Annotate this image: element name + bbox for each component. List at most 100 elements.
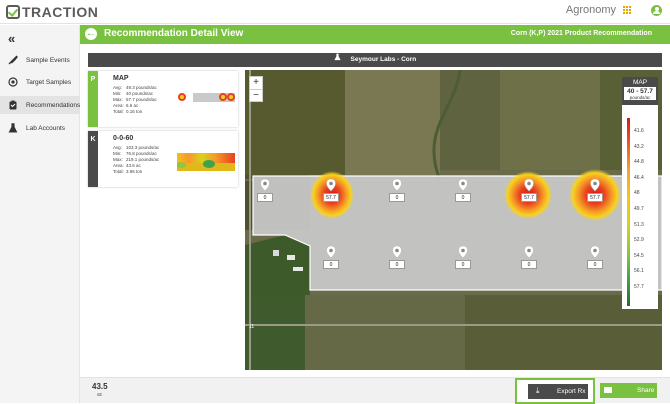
road-number-label: 11 <box>249 324 254 330</box>
sidebar-item-label: Lab Accounts <box>26 124 66 132</box>
top-bar: TRACTION Agronomy <box>0 0 670 24</box>
sidebar-item-lab-accounts[interactable]: Lab Accounts <box>0 119 80 137</box>
legend-tick-label: 41.6 <box>634 128 644 134</box>
stat-avg: Avg: 49.3 pounds/ac <box>113 85 157 90</box>
stat-total: Total: 0.16 ton <box>113 109 143 114</box>
traction-logo[interactable]: TRACTION <box>6 4 98 20</box>
map-pin-icon <box>590 178 600 192</box>
map-thumbnail <box>177 90 235 104</box>
marker-value: 0 <box>521 260 537 269</box>
stat-max: Max: 57.7 pounds/ac <box>113 97 157 102</box>
legend-title: MAP <box>632 79 648 86</box>
legend-unit: pounds/ac <box>624 95 656 100</box>
legend-tick-label: 48 <box>634 190 640 197</box>
sample-marker[interactable]: 0 <box>455 178 471 204</box>
sample-marker[interactable]: 0 <box>455 245 471 271</box>
download-icon: ⤓ <box>536 386 540 395</box>
back-arrow-icon[interactable]: ← <box>85 28 97 40</box>
recommendation-name: Corn (K,P) 2021 Product Recommendation <box>510 30 652 37</box>
potash-thumbnail <box>169 151 235 173</box>
map-pin-icon <box>260 178 270 192</box>
sidebar-item-label: Target Samples <box>26 78 72 86</box>
map-pin-icon <box>392 245 402 259</box>
lab-bar: Seymour Labs - Corn <box>88 53 662 67</box>
export-highlight: ⤓ Export Rx <box>515 378 595 404</box>
field-acres-value: 43.5 <box>92 382 108 391</box>
map-pin-icon <box>326 245 336 259</box>
sidebar: « Sample Events Target Samples Recommend… <box>0 25 80 403</box>
collapse-sidebar-button[interactable]: « <box>8 31 15 46</box>
checkmark-logo-icon <box>6 5 20 19</box>
sample-marker[interactable]: 57.7 <box>323 178 339 204</box>
marker-value: 0 <box>455 260 471 269</box>
share-label: Share <box>637 387 655 394</box>
app-grid-icon[interactable] <box>622 6 631 15</box>
sample-marker[interactable]: 0 <box>521 245 537 271</box>
sample-marker[interactable]: 57.7 <box>587 178 603 204</box>
footer-bar: 43.5 ac ⤓ Export Rx Share <box>80 377 670 404</box>
stat-min: Min: 76.8 pounds/ac <box>113 151 157 156</box>
flask-icon <box>8 123 18 133</box>
stat-area: Area: 43.6 ac <box>113 163 141 168</box>
sample-marker[interactable]: 0 <box>587 245 603 271</box>
stat-avg: Avg: 103.3 pounds/ac <box>113 145 160 150</box>
marker-value: 0 <box>257 193 273 202</box>
nutrient-letter: K <box>88 131 98 187</box>
sidebar-item-label: Sample Events <box>26 56 70 64</box>
sidebar-item-target-samples[interactable]: Target Samples <box>0 73 80 91</box>
share-icon <box>604 387 612 393</box>
zoom-in-button[interactable]: + <box>250 77 262 89</box>
stat-max: Max: 219.1 pounds/ac <box>113 157 160 162</box>
legend-tick-label: 52.9 <box>634 237 644 244</box>
legend-tick-label: 57.7 <box>634 284 644 290</box>
map-pin-icon <box>392 178 402 192</box>
sidebar-item-sample-events[interactable]: Sample Events <box>0 51 80 69</box>
field-acres-unit: ac <box>97 392 103 398</box>
workspace-label[interactable]: Agronomy <box>566 4 616 16</box>
sample-marker[interactable]: 0 <box>389 245 405 271</box>
product-name: MAP <box>113 75 129 82</box>
flask-icon <box>334 53 341 67</box>
marker-value: 0 <box>587 260 603 269</box>
sample-marker[interactable]: 0 <box>257 178 273 204</box>
map-pin-icon <box>524 178 534 192</box>
marker-value: 57.7 <box>323 193 339 202</box>
zoom-control: + − <box>249 76 263 102</box>
stat-area: Area: 6.6 ac <box>113 103 139 108</box>
nutrient-letter: P <box>88 71 98 127</box>
map-pin-icon <box>458 178 468 192</box>
legend-tick-label: 46.4 <box>634 174 644 181</box>
target-icon <box>8 77 18 87</box>
shovel-icon <box>8 55 18 65</box>
field-map[interactable]: 11 + − 0 57.7 0 0 57.7 57.7 0 0 0 0 0 <box>245 70 662 370</box>
marker-value: 57.7 <box>521 193 537 202</box>
marker-value: 0 <box>389 193 405 202</box>
marker-value: 57.7 <box>587 193 603 202</box>
sample-marker[interactable]: 0 <box>389 178 405 204</box>
zoom-out-button[interactable]: − <box>250 89 262 101</box>
export-rx-button[interactable]: ⤓ Export Rx <box>528 384 588 399</box>
product-panel-potash[interactable]: K 0-0-60 Avg: 103.3 pounds/ac Min: 76.8 po… <box>88 131 238 187</box>
share-button[interactable]: Share <box>600 383 657 398</box>
legend-tick-label: 49.7 <box>634 206 644 212</box>
legend-tick-label: 43.2 <box>634 143 644 150</box>
product-panel-map[interactable]: P MAP Avg: 49.3 pounds/ac Min: 40 pounds/a… <box>88 71 238 127</box>
sidebar-item-recommendations[interactable]: Recommendations <box>0 96 80 114</box>
lab-name: Seymour Labs - Corn <box>350 56 417 63</box>
marker-value: 0 <box>455 193 471 202</box>
marker-value: 0 <box>389 260 405 269</box>
brand-name: TRACTION <box>22 4 99 20</box>
page-header: ← Recommendation Detail View Corn (K,P) … <box>80 25 670 44</box>
product-name: 0-0-60 <box>113 135 134 142</box>
sample-marker[interactable]: 57.7 <box>521 178 537 204</box>
legend-range: 40 - 57.7 <box>624 87 656 95</box>
legend-tick-label: 56.1 <box>634 268 644 275</box>
sample-marker[interactable]: 0 <box>323 245 339 271</box>
export-rx-label: Export Rx <box>557 388 586 395</box>
map-pin-icon <box>458 245 468 259</box>
legend-tick-label: 44.8 <box>634 159 644 166</box>
clipboard-icon <box>8 100 18 110</box>
marker-value: 0 <box>323 260 339 269</box>
stat-total: Total: 3.96 ton <box>113 169 143 174</box>
user-account-icon[interactable] <box>651 4 662 16</box>
